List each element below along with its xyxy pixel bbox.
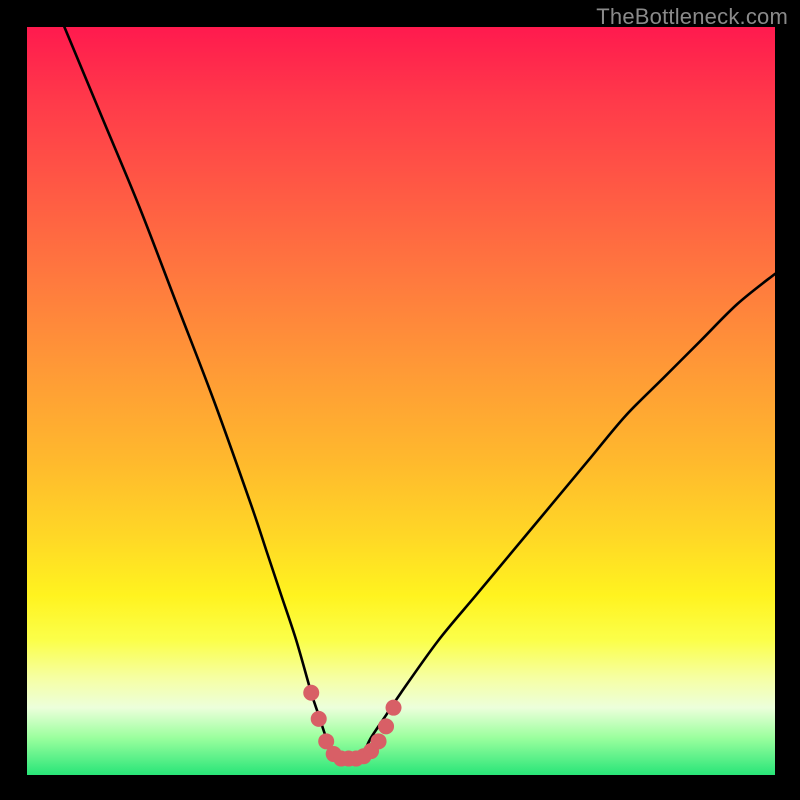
bottleneck-curve (64, 27, 775, 761)
dot (303, 685, 319, 701)
watermark-text: TheBottleneck.com (596, 4, 788, 30)
chart-stage: TheBottleneck.com (0, 0, 800, 800)
dot (378, 718, 394, 734)
dot (311, 711, 327, 727)
dot (386, 700, 402, 716)
flat-region-dots (303, 685, 401, 767)
dot (371, 733, 387, 749)
plot-overlay (27, 27, 775, 775)
